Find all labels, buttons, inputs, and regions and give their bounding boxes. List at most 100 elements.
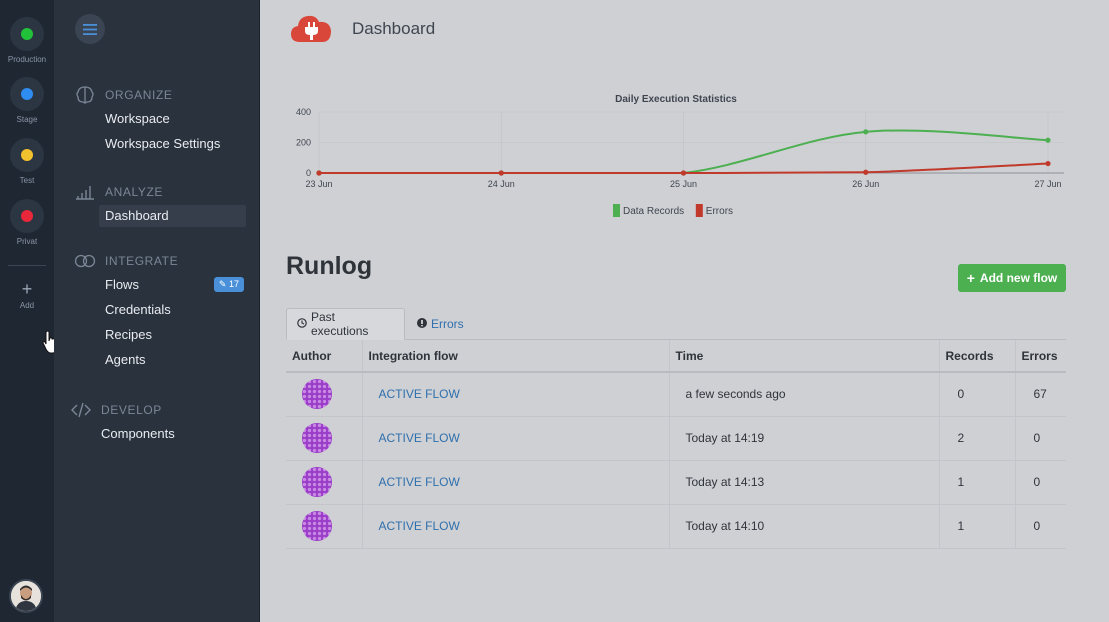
env-production-button[interactable] [10,17,44,51]
table-header-row: Author Integration flow Time Records Err… [286,340,1066,373]
add-new-flow-button[interactable]: + Add new flow [958,264,1066,292]
status-dot-icon [21,88,33,100]
chart-x-tick-label: 24 Jun [488,179,515,189]
records-cell: 1 [939,504,1016,549]
sidebar-item-label: Dashboard [105,208,169,223]
legend-swatch [695,204,703,217]
sidebar-item-dashboard[interactable]: Dashboard [99,205,246,227]
chart-grid [318,111,1064,174]
chart-y-ticks: 0 200 400 [296,107,311,178]
env-stage-button[interactable] [10,77,44,111]
records-cell: 1 [939,460,1016,505]
nav-section-analyze: ANALYZE Dashboard [54,182,260,227]
chart-data-point [316,170,322,176]
legend-label: Errors [706,206,733,217]
section-header: DEVELOP [54,400,260,420]
sidebar-item-label: Agents [105,352,146,367]
env-label: Privat [16,237,38,246]
chart-data-point [863,169,869,175]
tab-errors[interactable]: Errors [407,308,474,340]
alert-icon [417,317,427,331]
side-navigation: ORGANIZE Workspace Workspace Settings AN… [54,0,260,622]
env-test[interactable]: Test [0,138,54,185]
add-label: Add [19,301,35,310]
chart-data-point [1045,137,1051,143]
env-production[interactable]: Production [0,17,54,64]
line-chart: Daily Execution Statistics 0 200 400 23 Ju… [296,94,1064,217]
env-test-button[interactable] [10,138,44,172]
sidebar-item-label: Workspace [105,111,170,126]
chart-x-tick-label: 25 Jun [670,179,697,189]
column-header-records[interactable]: Records [939,340,1016,373]
section-header: INTEGRATE [54,251,260,271]
user-avatar[interactable] [9,579,43,613]
add-environment-button[interactable]: + Add [0,280,54,310]
sidebar-item-components[interactable]: Components [54,423,260,445]
chart-data-point [1045,160,1051,167]
runlog-title: Runlog [286,252,373,280]
hamburger-icon [83,23,97,35]
records-cell: 2 [939,416,1016,461]
sidebar-item-workspace[interactable]: Workspace [54,108,260,130]
chart-legend[interactable]: Data Records Errors [613,204,733,217]
code-icon [70,401,92,419]
pencil-icon: ✎ [218,279,227,289]
sidebar-item-label: Flows [105,277,139,292]
section-header: ORGANIZE [54,85,260,105]
env-privat[interactable]: Privat [0,199,54,246]
flow-link[interactable]: ACTIVE FLOW [362,416,670,461]
column-header-author[interactable]: Author [286,340,363,373]
menu-toggle-button[interactable] [75,14,105,44]
time-cell: Today at 14:19 [669,416,940,461]
section-header: ANALYZE [54,182,260,202]
errors-cell: 0 [1015,504,1066,549]
author-avatar [302,467,332,497]
flow-link[interactable]: ACTIVE FLOW [362,372,670,417]
sidebar-item-agents[interactable]: Agents [54,349,260,371]
env-privat-button[interactable] [10,199,44,233]
time-cell: a few seconds ago [669,372,940,417]
flow-link[interactable]: ACTIVE FLOW [362,460,670,505]
column-header-time[interactable]: Time [669,340,940,373]
chart-data-point [680,170,687,176]
sidebar-item-credentials[interactable]: Credentials [54,299,260,321]
author-avatar [302,423,332,453]
status-dot-icon [21,210,33,222]
tab-label: Errors [431,317,464,331]
table-row[interactable]: ACTIVE FLOW Today at 14:13 1 0 [286,460,1066,505]
author-cell [286,504,363,549]
section-title: INTEGRATE [105,254,179,268]
sidebar-item-recipes[interactable]: Recipes [54,324,260,346]
column-header-errors[interactable]: Errors [1015,340,1066,373]
brain-icon [74,86,96,104]
env-stage[interactable]: Stage [0,77,54,124]
user-avatar-image [11,581,41,611]
table-row[interactable]: ACTIVE FLOW Today at 14:10 1 0 [286,504,1066,549]
chart-x-tick-label: 23 Jun [305,179,332,189]
table-row[interactable]: ACTIVE FLOW a few seconds ago 0 67 [286,372,1066,417]
status-dot-icon [21,28,33,40]
sidebar-item-label: Components [101,426,175,441]
chart-x-ticks: 23 Jun 24 Jun 25 Jun 26 Jun 27 Jun [305,179,1061,189]
chart-y-tick-label: 400 [296,107,311,117]
errors-cell: 0 [1015,416,1066,461]
sidebar-item-workspace-settings[interactable]: Workspace Settings [54,133,260,155]
env-label: Production [7,55,47,64]
flows-count: 17 [228,279,239,289]
author-cell [286,460,363,505]
chart-data-point [498,170,504,176]
time-cell: Today at 14:10 [669,504,940,549]
section-title: ORGANIZE [105,88,173,102]
rail-divider [8,265,46,266]
author-avatar [302,511,332,541]
chart-data-point [863,129,869,135]
chart-y-tick-label: 0 [306,168,311,178]
column-header-integration-flow[interactable]: Integration flow [362,340,670,373]
table-row[interactable]: ACTIVE FLOW Today at 14:19 2 0 [286,416,1066,461]
add-flow-label: Add new flow [979,271,1058,285]
runlog-tabs: Past executions Errors [286,308,1066,340]
flow-link[interactable]: ACTIVE FLOW [362,504,670,549]
tab-past-executions[interactable]: Past executions [286,308,405,340]
errors-cell: 0 [1015,460,1066,505]
sidebar-item-flows[interactable]: Flows ✎ 17 [54,274,260,296]
